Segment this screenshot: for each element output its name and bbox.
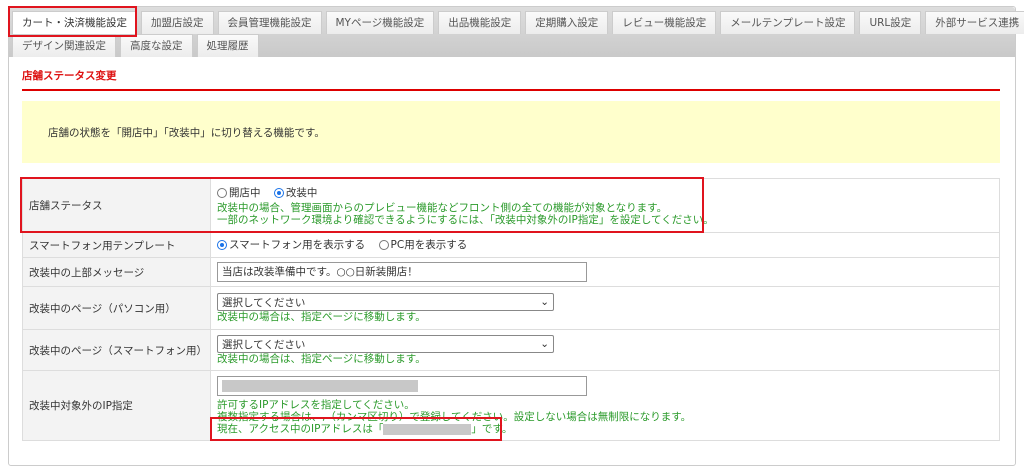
notice-text: 店舗の状態を「開店中」「改装中」に切り替える機能です。 [48, 127, 325, 139]
radio-checked-icon [273, 187, 284, 198]
page-pc-select[interactable]: 選択してください ⌄ [217, 293, 554, 311]
tab-tabs_row1-4[interactable]: 出品機能設定 [438, 11, 522, 34]
redacted-current-ip [383, 423, 472, 435]
row-template: スマートフォン用テンプレート スマートフォン用を表示する PC用を表示する [22, 232, 1000, 258]
radio-renovating-label: 改装中 [285, 187, 318, 200]
row-store-status: 店舗ステータス 開店中 改装中 改装中の場合、管理画面からのプレビュー機能などフ… [22, 178, 1000, 233]
label-page-pc: 改装中のページ（パソコン用） [22, 286, 211, 330]
row-page-sp: 改装中のページ（スマートフォン用） 選択してください ⌄ 改装中の場合は、指定ペー… [22, 329, 1000, 371]
radio-pc[interactable]: PC用を表示する [378, 237, 468, 252]
row-message: 改装中の上部メッセージ 当店は改装準備中です。○○日新装開店！ [22, 257, 1000, 287]
label-message: 改装中の上部メッセージ [22, 257, 211, 287]
section-title: 店舗ステータス変更 [22, 70, 117, 82]
redacted-ip [222, 380, 418, 392]
radio-pc-label: PC用を表示する [390, 239, 468, 252]
radio-open-label: 開店中 [229, 187, 261, 200]
label-page-sp: 改装中のページ（スマートフォン用） [22, 329, 211, 371]
row-page-pc: 改装中のページ（パソコン用） 選択してください ⌄ 改装中の場合は、指定ページに移… [22, 286, 1000, 330]
title-divider [22, 89, 1000, 91]
current-ip-suffix: 」です。 [471, 423, 513, 435]
tab-tabs_row1-1[interactable]: 加盟店設定 [141, 11, 214, 34]
label-ip: 改装中対象外のIP指定 [22, 370, 211, 441]
chevron-down-icon: ⌄ [540, 296, 549, 308]
label-template: スマートフォン用テンプレート [22, 232, 211, 258]
tab-tabs_row2-0[interactable]: デザイン関連設定 [12, 34, 116, 57]
radio-icon [217, 187, 227, 198]
tab-tabs_row1-8[interactable]: URL設定 [859, 11, 922, 34]
tab-tabs_row1-9[interactable]: 外部サービス連携 [925, 11, 1024, 34]
notice-box: 店舗の状態を「開店中」「改装中」に切り替える機能です。 [22, 101, 1000, 163]
radio-smartphone-label: スマートフォン用を表示する [229, 239, 366, 252]
page-sp-select[interactable]: 選択してください ⌄ [217, 335, 554, 353]
chevron-down-icon: ⌄ [540, 338, 549, 350]
current-ip-text: 現在、アクセス中のIPアドレスは「 」です。 [217, 423, 993, 435]
radio-smartphone[interactable]: スマートフォン用を表示する [217, 237, 365, 252]
tab-tabs_row1-5[interactable]: 定期購入設定 [525, 11, 609, 34]
ip-help-1: 許可するIPアドレスを指定してください。 [217, 399, 415, 411]
radio-open[interactable]: 開店中 [217, 185, 261, 200]
tab-tabs_row1-2[interactable]: 会員管理機能設定 [217, 11, 322, 34]
status-help-1: 改装中の場合、管理画面からのプレビュー機能などフロント側の全ての機能が対象となり… [217, 201, 668, 214]
page-pc-select-value: 選択してください [222, 296, 306, 309]
tab-tabs_row2-1[interactable]: 高度な設定 [120, 34, 193, 57]
radio-icon [378, 239, 389, 250]
settings-table: 店舗ステータス 開店中 改装中 改装中の場合、管理画面からのプレビュー機能などフ… [22, 178, 1000, 441]
tab-tabs_row1-7[interactable]: メールテンプレート設定 [720, 11, 856, 34]
message-input[interactable]: 当店は改装準備中です。○○日新装開店！ [217, 262, 587, 282]
row-ip: 改装中対象外のIP指定 許可するIPアドレスを指定してください。 複数指定する場… [22, 370, 1000, 441]
tab-row-1: カート・決済機能設定 加盟店設定 会員管理機能設定 MYページ機能設定 出品機能設定 定期… [12, 11, 1024, 34]
radio-checked-icon [217, 239, 227, 250]
tab-tabs_row1-3[interactable]: MYページ機能設定 [325, 11, 435, 34]
tab-tabs_row1-0[interactable]: カート・決済機能設定 [12, 11, 137, 34]
current-ip-prefix: 現在、アクセス中のIPアドレスは「 [217, 423, 384, 435]
status-help-2: 一部のネットワーク環境より確認できるようにするには、「改装中対象外のIP指定」を… [217, 213, 714, 226]
radio-renovating[interactable]: 改装中 [273, 185, 318, 200]
page-sp-select-value: 選択してください [222, 338, 306, 351]
tab-row-2: デザイン関連設定 高度な設定 処理履歴 [12, 34, 259, 57]
label-store-status: 店舗ステータス [22, 178, 211, 233]
page-pc-help: 改装中の場合は、指定ページに移動します。 [217, 311, 426, 323]
ip-help-2: 複数指定する場合は、,（カンマ区切り）で登録してください。設定しない場合は無制限… [217, 411, 692, 423]
ip-input[interactable] [217, 376, 587, 396]
tab-tabs_row1-6[interactable]: レビュー機能設定 [612, 11, 717, 34]
tab-tabs_row2-2[interactable]: 処理履歴 [196, 34, 259, 57]
page-sp-help: 改装中の場合は、指定ページに移動します。 [217, 353, 426, 365]
